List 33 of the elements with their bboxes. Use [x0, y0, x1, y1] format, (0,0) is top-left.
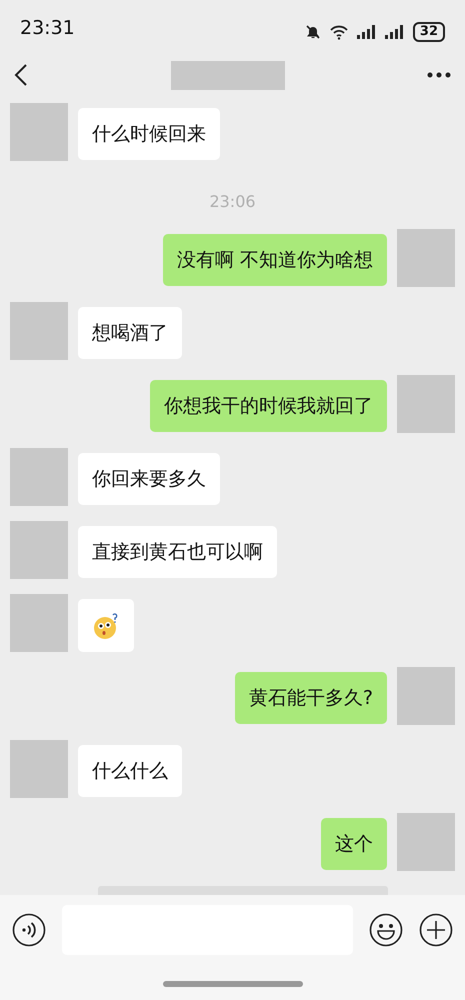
- wifi-icon: [328, 24, 349, 40]
- more-icon[interactable]: [427, 72, 451, 78]
- message-bubble[interactable]: 想喝酒了: [78, 307, 182, 359]
- mute-icon: [304, 24, 321, 40]
- emoji-icon[interactable]: [369, 913, 403, 947]
- message-bubble[interactable]: 没有啊 不知道你为啥想: [162, 234, 387, 286]
- message-bubble[interactable]: 黄石能干多久?: [234, 672, 387, 724]
- avatar[interactable]: [397, 375, 455, 433]
- voice-icon[interactable]: [12, 913, 46, 947]
- avatar[interactable]: [10, 740, 68, 798]
- avatar[interactable]: [397, 667, 455, 725]
- add-icon[interactable]: [419, 913, 453, 947]
- message-bubble[interactable]: 你回来要多久: [78, 453, 220, 505]
- avatar[interactable]: [397, 229, 455, 287]
- message-bubble[interactable]: 什么时候回来: [78, 108, 220, 160]
- signal-icon: [356, 25, 377, 39]
- message-bubble[interactable]: 什么什么: [78, 745, 182, 797]
- message-bubble[interactable]: 这个: [321, 818, 387, 870]
- avatar[interactable]: [397, 813, 455, 871]
- back-icon[interactable]: [14, 63, 28, 87]
- timestamp: 23:06: [209, 192, 256, 211]
- status-time: 23:31: [20, 16, 75, 41]
- avatar[interactable]: [10, 302, 68, 360]
- avatar[interactable]: [10, 521, 68, 579]
- sticker-bubble[interactable]: [78, 599, 134, 652]
- avatar[interactable]: [10, 594, 68, 652]
- battery-level: 32: [412, 22, 445, 42]
- avatar[interactable]: [10, 103, 68, 161]
- emoji-icon: [92, 612, 120, 640]
- message-bubble[interactable]: 直接到黄石也可以啊: [78, 526, 277, 578]
- message-bubble[interactable]: 你想我干的时候我就回了: [150, 380, 387, 432]
- signal-icon: [384, 25, 405, 39]
- avatar[interactable]: [10, 448, 68, 506]
